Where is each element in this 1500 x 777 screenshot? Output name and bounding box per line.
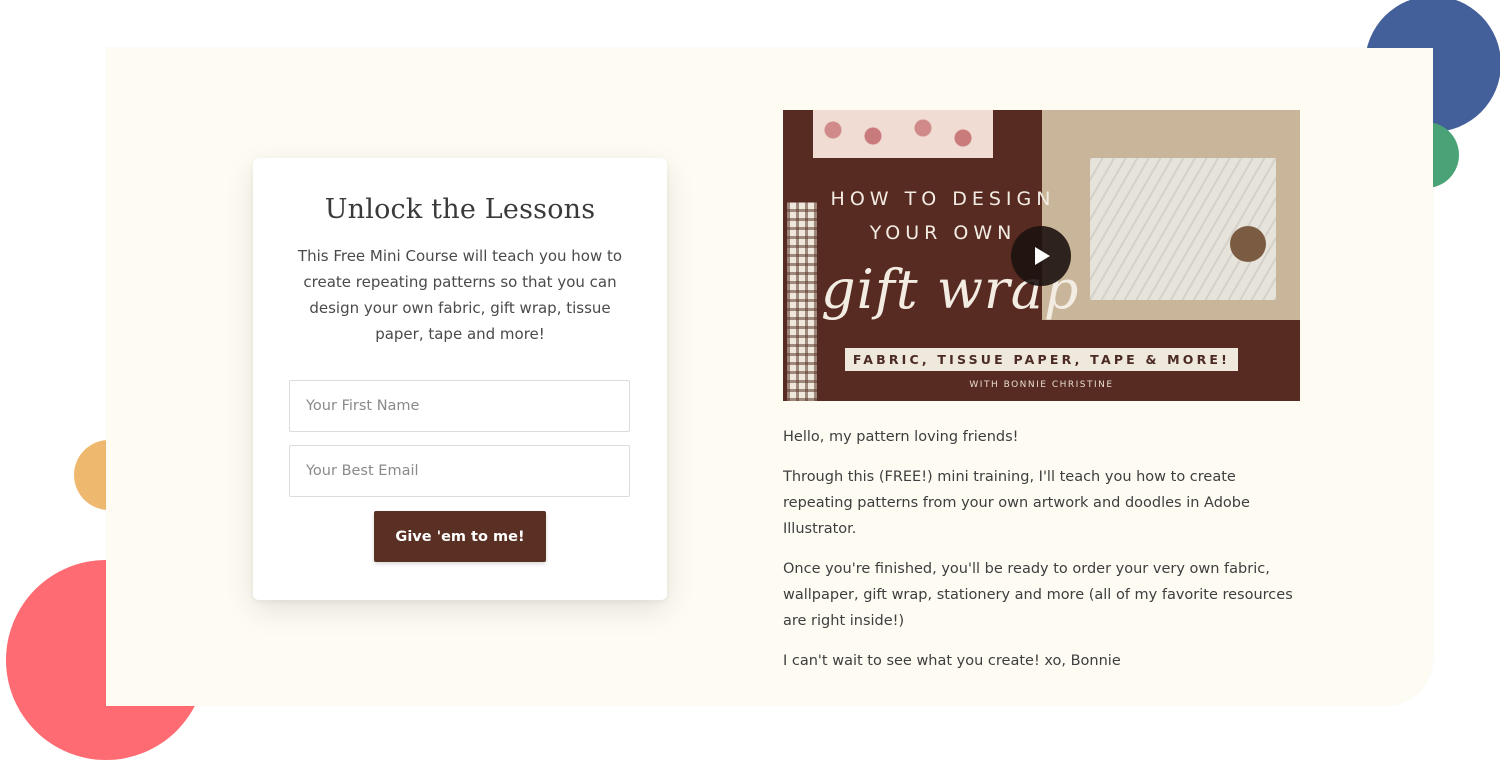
gingham-ribbon-image — [787, 202, 817, 401]
video-byline-text: WITH BONNIE CHRISTINE — [969, 380, 1114, 390]
intro-paragraph: Once you're finished, you'll be ready to… — [783, 561, 1293, 629]
optin-title: Unlock the Lessons — [324, 194, 596, 225]
fern-tissue-paper-image — [1090, 158, 1276, 300]
floral-wrap-image — [813, 110, 993, 158]
sticker-seal-image — [1230, 226, 1266, 262]
optin-card: Unlock the Lessons This Free Mini Course… — [253, 158, 667, 600]
video-banner-text: FABRIC, TISSUE PAPER, TAPE & MORE! — [845, 348, 1238, 371]
email-input[interactable] — [289, 445, 630, 497]
play-button[interactable] — [1011, 226, 1071, 286]
play-icon — [1035, 247, 1050, 265]
optin-description: This Free Mini Course will teach you how… — [297, 247, 623, 343]
gift-box-image — [1042, 110, 1300, 320]
intro-paragraph: I can't wait to see what you create! xo,… — [783, 653, 1121, 669]
intro-text-block: Hello, my pattern loving friends! Throug… — [783, 424, 1293, 688]
video-thumbnail[interactable]: HOW TO DESIGN YOUR OWN gift wrap FABRIC,… — [783, 110, 1300, 401]
intro-paragraph: Through this (FREE!) mini training, I'll… — [783, 469, 1250, 537]
first-name-input[interactable] — [289, 380, 630, 432]
intro-paragraph: Hello, my pattern loving friends! — [783, 429, 1019, 445]
submit-button[interactable]: Give 'em to me! — [374, 511, 546, 562]
